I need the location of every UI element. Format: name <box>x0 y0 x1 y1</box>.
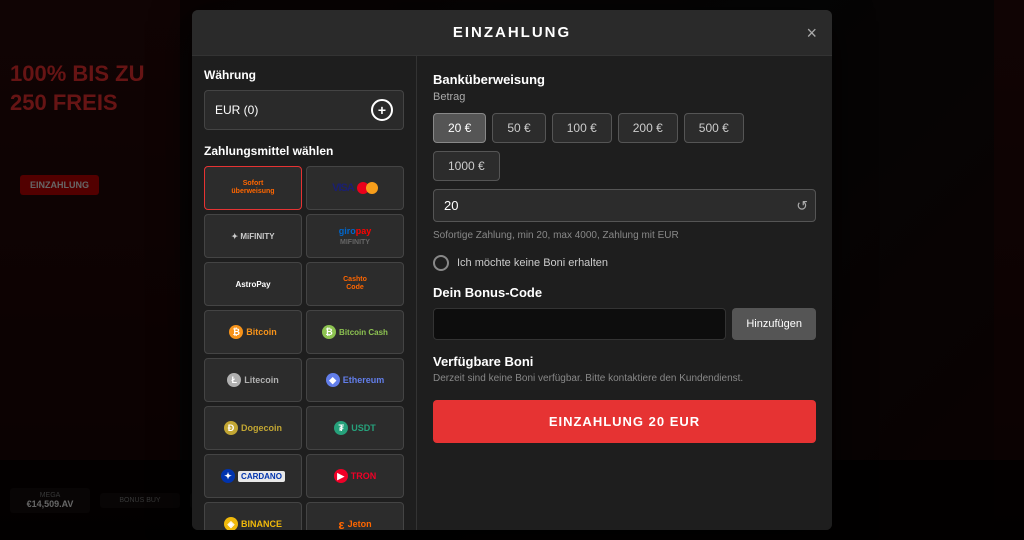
bonus-code-input[interactable] <box>433 308 726 340</box>
payment-usdt[interactable]: ₮ USDT <box>306 406 404 450</box>
bank-title: Banküberweisung <box>433 72 816 87</box>
usdt-label: USDT <box>351 423 376 433</box>
visa-logo: VISA <box>332 182 354 194</box>
currency-select[interactable]: EUR (0) + <box>204 90 404 130</box>
amount-btn-500[interactable]: 500 € <box>684 113 744 143</box>
payment-bitcoin[interactable]: ₿ Bitcoin <box>204 310 302 354</box>
bitcoincash-label: Bitcoin Cash <box>339 328 388 337</box>
ethereum-label: Ethereum <box>343 375 385 385</box>
payment-mifinity[interactable]: ✦ MiFINITY <box>204 214 302 258</box>
bonus-code-title: Dein Bonus-Code <box>433 285 816 300</box>
giropay-label: giropay <box>339 226 372 236</box>
currency-plus-button[interactable]: + <box>371 99 393 121</box>
payment-bitcoincash[interactable]: ₿ Bitcoin Cash <box>306 310 404 354</box>
dogecoin-icon: Ð <box>224 421 238 435</box>
payment-grid: Sofortüberweisung VISA <box>204 166 404 530</box>
payment-tron[interactable]: ▶ TRON <box>306 454 404 498</box>
left-panel: Währung EUR (0) + Zahlungsmittel wählen … <box>192 56 417 530</box>
usdt-icon: ₮ <box>334 421 348 435</box>
astropay-label: AstroPay <box>235 280 270 289</box>
payment-binance[interactable]: ◈ BINANCE <box>204 502 302 530</box>
payment-jeton[interactable]: ε Jeton <box>306 502 404 530</box>
amount-btn-100[interactable]: 100 € <box>552 113 612 143</box>
litecoin-icon: Ł <box>227 373 241 387</box>
cardano-icon: ✦ <box>221 469 235 483</box>
mastercard-logo <box>357 182 378 194</box>
deposit-button[interactable]: EINZAHLUNG 20 EUR <box>433 400 816 443</box>
modal-body: Währung EUR (0) + Zahlungsmittel wählen … <box>192 56 832 530</box>
bitcoin-icon: ₿ <box>229 325 243 339</box>
no-bonus-row[interactable]: Ich möchte keine Boni erhalten <box>433 255 816 271</box>
no-bonus-radio[interactable] <box>433 255 449 271</box>
payment-cashtocode[interactable]: CashtoCode <box>306 262 404 306</box>
mifinity-label: ✦ MiFINITY <box>231 232 274 241</box>
modal-overlay: EINZAHLUNG × Währung EUR (0) + Zahlungsm… <box>0 0 1024 540</box>
payment-giropay[interactable]: giropay MIFINITY <box>306 214 404 258</box>
payment-visa-mc[interactable]: VISA <box>306 166 404 210</box>
modal-header: EINZAHLUNG × <box>192 10 832 56</box>
currency-value: EUR (0) <box>215 103 258 117</box>
binance-label: BINANCE <box>241 519 282 529</box>
input-refresh-icon: ↺ <box>796 197 808 214</box>
modal-title: EINZAHLUNG <box>453 24 571 41</box>
currency-label: Währung <box>204 68 404 82</box>
amount-label: Betrag <box>433 91 816 103</box>
litecoin-label: Litecoin <box>244 375 279 385</box>
jeton-icon: ε <box>338 517 344 531</box>
amount-btn-1000[interactable]: 1000 € <box>433 151 500 181</box>
cashtocode-label: CashtoCode <box>343 276 367 293</box>
payment-methods-label: Zahlungsmittel wählen <box>204 144 404 158</box>
payment-ethereum[interactable]: ◆ Ethereum <box>306 358 404 402</box>
bitcoin-label: Bitcoin <box>246 327 277 337</box>
available-bonus-title: Verfügbare Boni <box>433 354 816 369</box>
payment-astropay[interactable]: AstroPay <box>204 262 302 306</box>
ethereum-icon: ◆ <box>326 373 340 387</box>
available-bonus-text: Derzeit sind keine Boni verfügbar. Bitte… <box>433 373 816 384</box>
bitcoincash-icon: ₿ <box>322 325 336 339</box>
deposit-modal: EINZAHLUNG × Währung EUR (0) + Zahlungsm… <box>192 10 832 530</box>
binance-icon: ◈ <box>224 517 238 530</box>
payment-sofort[interactable]: Sofortüberweisung <box>204 166 302 210</box>
no-bonus-label: Ich möchte keine Boni erhalten <box>457 257 608 269</box>
close-button[interactable]: × <box>806 24 817 42</box>
tron-icon: ▶ <box>334 469 348 483</box>
payment-cardano[interactable]: ✦ CARDANO <box>204 454 302 498</box>
bonus-input-row: Hinzufügen <box>433 308 816 340</box>
dogecoin-label: Dogecoin <box>241 423 282 433</box>
right-panel: Banküberweisung Betrag 20 € 50 € 100 € 2… <box>417 56 832 530</box>
amount-input-wrap: ↺ <box>433 189 816 222</box>
amount-btn-20[interactable]: 20 € <box>433 113 486 143</box>
bonus-add-button[interactable]: Hinzufügen <box>732 308 816 340</box>
amount-input[interactable] <box>433 189 816 222</box>
giropay-sub: MIFINITY <box>340 239 370 246</box>
sofort-label: Sofortüberweisung <box>231 180 274 195</box>
amount-buttons-row2: 1000 € <box>433 151 816 181</box>
amount-btn-50[interactable]: 50 € <box>492 113 545 143</box>
amount-btn-200[interactable]: 200 € <box>618 113 678 143</box>
cardano-label: CARDANO <box>238 471 285 482</box>
payment-dogecoin[interactable]: Ð Dogecoin <box>204 406 302 450</box>
payment-litecoin[interactable]: Ł Litecoin <box>204 358 302 402</box>
amount-buttons: 20 € 50 € 100 € 200 € 500 € <box>433 113 816 143</box>
jeton-label: Jeton <box>348 519 372 529</box>
tron-label: TRON <box>351 471 377 481</box>
hint-text: Sofortige Zahlung, min 20, max 4000, Zah… <box>433 230 816 241</box>
